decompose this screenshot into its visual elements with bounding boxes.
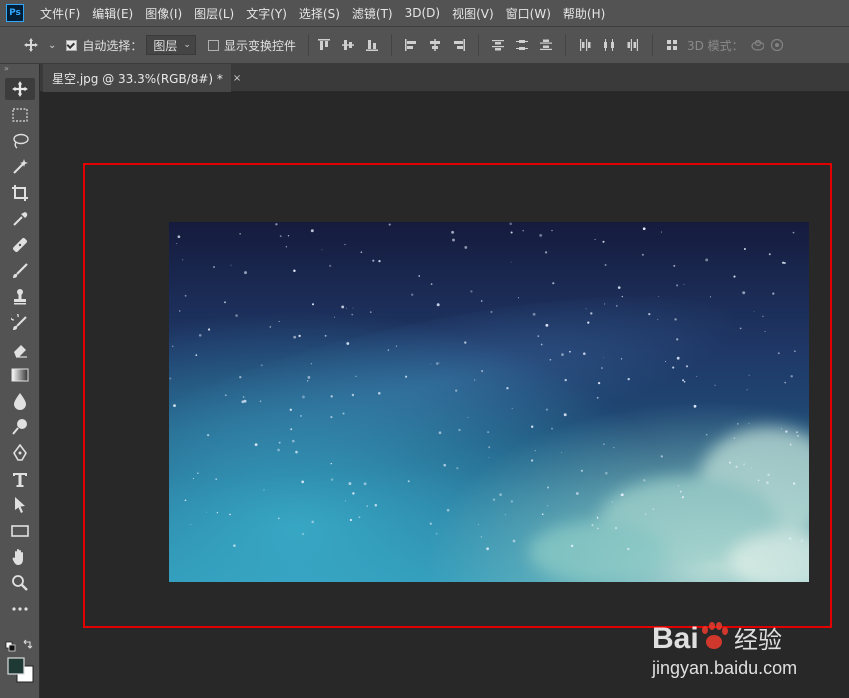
menu-view[interactable]: 视图(V) [446,5,500,22]
watermark-brand-suffix: 经验 [734,626,782,654]
align-vertical-center-icon[interactable] [341,38,355,52]
separator [390,34,392,56]
blur-tool-icon[interactable] [5,390,35,412]
crop-tool-icon[interactable] [5,182,35,204]
brush-tool-icon[interactable] [5,260,35,282]
auto-select-target-dropdown[interactable]: 图层 ⌄ [146,35,196,55]
auto-select-target-value: 图层 [153,38,178,53]
menu-layer[interactable]: 图层(L) [188,5,240,22]
options-bar: ⌄ 自动选择： 图层 ⌄ 显示变换控件 3D 模式： [0,26,849,64]
tools-panel: » [0,64,40,698]
chevron-down-icon: ⌄ [183,40,191,50]
auto-select-label: 自动选择： [82,38,143,53]
type-tool-icon[interactable] [5,468,35,490]
menu-file[interactable]: 文件(F) [34,5,86,22]
move-tool-preset-icon[interactable] [14,37,48,53]
document-tab[interactable]: 星空.jpg @ 33.3%(RGB/8#) * × [43,64,241,92]
color-swatches [5,639,35,689]
menu-window[interactable]: 窗口(W) [500,5,557,22]
distribute-top-icon[interactable] [491,38,505,52]
align-left-icon[interactable] [404,38,418,52]
menu-edit[interactable]: 编辑(E) [86,5,139,22]
swap-colors-icon [23,639,33,649]
auto-select-checkbox[interactable] [66,39,78,51]
3d-mode-label: 3D 模式： [686,38,744,53]
menu-select[interactable]: 选择(S) [293,5,346,22]
menu-3d[interactable]: 3D(D) [399,6,446,20]
document-tab-title: 星空.jpg @ 33.3%(RGB/8#) * [52,71,223,86]
distribute-bottom-icon[interactable] [539,38,553,52]
panel-collapse-icon[interactable]: » [0,64,39,74]
distribute-vertical-center-icon[interactable] [515,38,529,52]
clone-stamp-tool-icon[interactable] [5,286,35,308]
watermark-url: jingyan.baidu.com [651,658,797,678]
3d-orbit-icon[interactable] [750,38,764,52]
eyedropper-tool-icon[interactable] [5,208,35,230]
menu-image[interactable]: 图像(I) [139,5,188,22]
separator [564,34,566,56]
separator [477,34,479,56]
align-top-icon[interactable] [317,38,331,52]
separator [307,34,309,56]
menu-type[interactable]: 文字(Y) [240,5,293,22]
align-bottom-icon[interactable] [365,38,379,52]
3d-roll-icon[interactable] [770,38,784,52]
path-selection-tool-icon[interactable] [5,494,35,516]
menu-bar: Ps 文件(F) 编辑(E) 图像(I) 图层(L) 文字(Y) 选择(S) 滤… [0,0,849,26]
foreground-color-swatch [7,657,25,675]
lasso-tool-icon[interactable] [5,130,35,152]
baidu-jingyan-watermark: Bai 经验 jingyan.baidu.com [648,610,848,690]
move-tool-icon[interactable] [5,78,35,100]
more-tools-icon[interactable] [5,598,35,620]
magic-wand-tool-icon[interactable] [5,156,35,178]
document-tab-strip: 星空.jpg @ 33.3%(RGB/8#) * × [40,64,849,92]
align-right-icon[interactable] [452,38,466,52]
history-brush-tool-icon[interactable] [5,312,35,334]
default-colors-icon [5,641,16,652]
dodge-tool-icon[interactable] [5,416,35,438]
healing-brush-tool-icon[interactable] [5,234,35,256]
eraser-tool-icon[interactable] [5,338,35,360]
close-icon[interactable]: × [233,73,241,84]
paw-icon [702,622,728,649]
distribute-horizontal-center-icon[interactable] [602,38,616,52]
highlight-rectangle [83,163,832,628]
pen-tool-icon[interactable] [5,442,35,464]
show-transform-checkbox[interactable] [207,39,219,51]
menu-help[interactable]: 帮助(H) [557,5,611,22]
rectangle-tool-icon[interactable] [5,520,35,542]
watermark-brand: Bai [652,622,699,655]
gradient-tool-icon[interactable] [5,364,35,386]
zoom-tool-icon[interactable] [5,572,35,594]
show-transform-label: 显示变换控件 [223,38,296,53]
marquee-tool-icon[interactable] [5,104,35,126]
distribute-right-icon[interactable] [626,38,640,52]
chevron-down-icon[interactable]: ⌄ [48,40,56,51]
align-group [317,34,679,56]
hand-tool-icon[interactable] [5,546,35,568]
separator [651,34,653,56]
auto-align-layers-icon[interactable] [665,38,679,52]
menu-filter[interactable]: 滤镜(T) [346,5,399,22]
photoshop-logo: Ps [6,4,24,22]
align-horizontal-center-icon[interactable] [428,38,442,52]
distribute-left-icon[interactable] [578,38,592,52]
